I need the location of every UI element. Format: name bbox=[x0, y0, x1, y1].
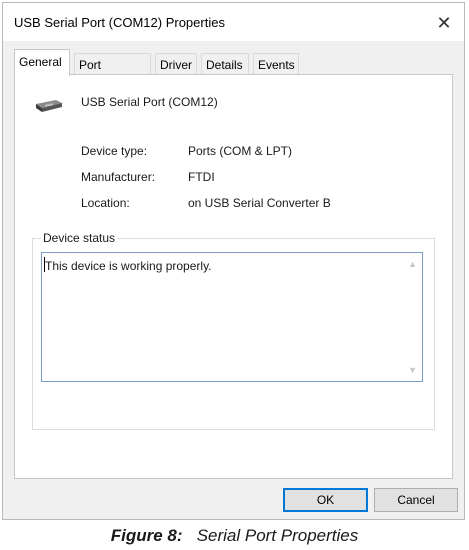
scroll-up-icon[interactable]: ▲ bbox=[408, 259, 417, 269]
tab-driver[interactable]: Driver bbox=[155, 53, 197, 75]
figure-number: Figure 8: bbox=[110, 526, 183, 545]
device-type-value: Ports (COM & LPT) bbox=[188, 144, 293, 158]
device-name: USB Serial Port (COM12) bbox=[81, 95, 218, 109]
device-status-label: Device status bbox=[41, 231, 118, 245]
figure-caption: Figure 8: Serial Port Properties bbox=[0, 526, 469, 546]
general-tab-panel: USB Serial Port (COM12) Device type: Por… bbox=[14, 74, 453, 479]
serial-port-device-icon bbox=[34, 98, 64, 119]
ok-button[interactable]: OK bbox=[283, 488, 368, 512]
tab-details[interactable]: Details bbox=[201, 53, 249, 75]
tab-strip: General Port Settings Driver Details Eve… bbox=[14, 49, 450, 94]
tab-port-settings[interactable]: Port Settings bbox=[74, 53, 151, 94]
close-icon[interactable]: ✕ bbox=[430, 9, 458, 37]
device-type-label: Device type: bbox=[81, 144, 148, 158]
device-status-text: This device is working properly. bbox=[45, 259, 212, 273]
title-bar: USB Serial Port (COM12) Properties ✕ bbox=[3, 3, 464, 41]
location-label: Location: bbox=[81, 196, 130, 210]
figure-caption-text: Serial Port Properties bbox=[196, 526, 359, 545]
tab-events[interactable]: Events bbox=[253, 53, 299, 75]
tab-general[interactable]: General bbox=[14, 49, 70, 76]
location-value: on USB Serial Converter B bbox=[188, 196, 331, 210]
manufacturer-value: FTDI bbox=[188, 170, 215, 184]
window-title: USB Serial Port (COM12) Properties bbox=[14, 15, 225, 30]
properties-dialog: USB Serial Port (COM12) Properties ✕ Gen… bbox=[2, 2, 465, 520]
manufacturer-label: Manufacturer: bbox=[81, 170, 156, 184]
cancel-button[interactable]: Cancel bbox=[374, 488, 458, 512]
device-status-textbox[interactable]: This device is working properly. ▲ ▼ bbox=[41, 252, 423, 382]
scroll-down-icon[interactable]: ▼ bbox=[408, 365, 417, 375]
device-status-group: Device status This device is working pro… bbox=[32, 231, 435, 430]
